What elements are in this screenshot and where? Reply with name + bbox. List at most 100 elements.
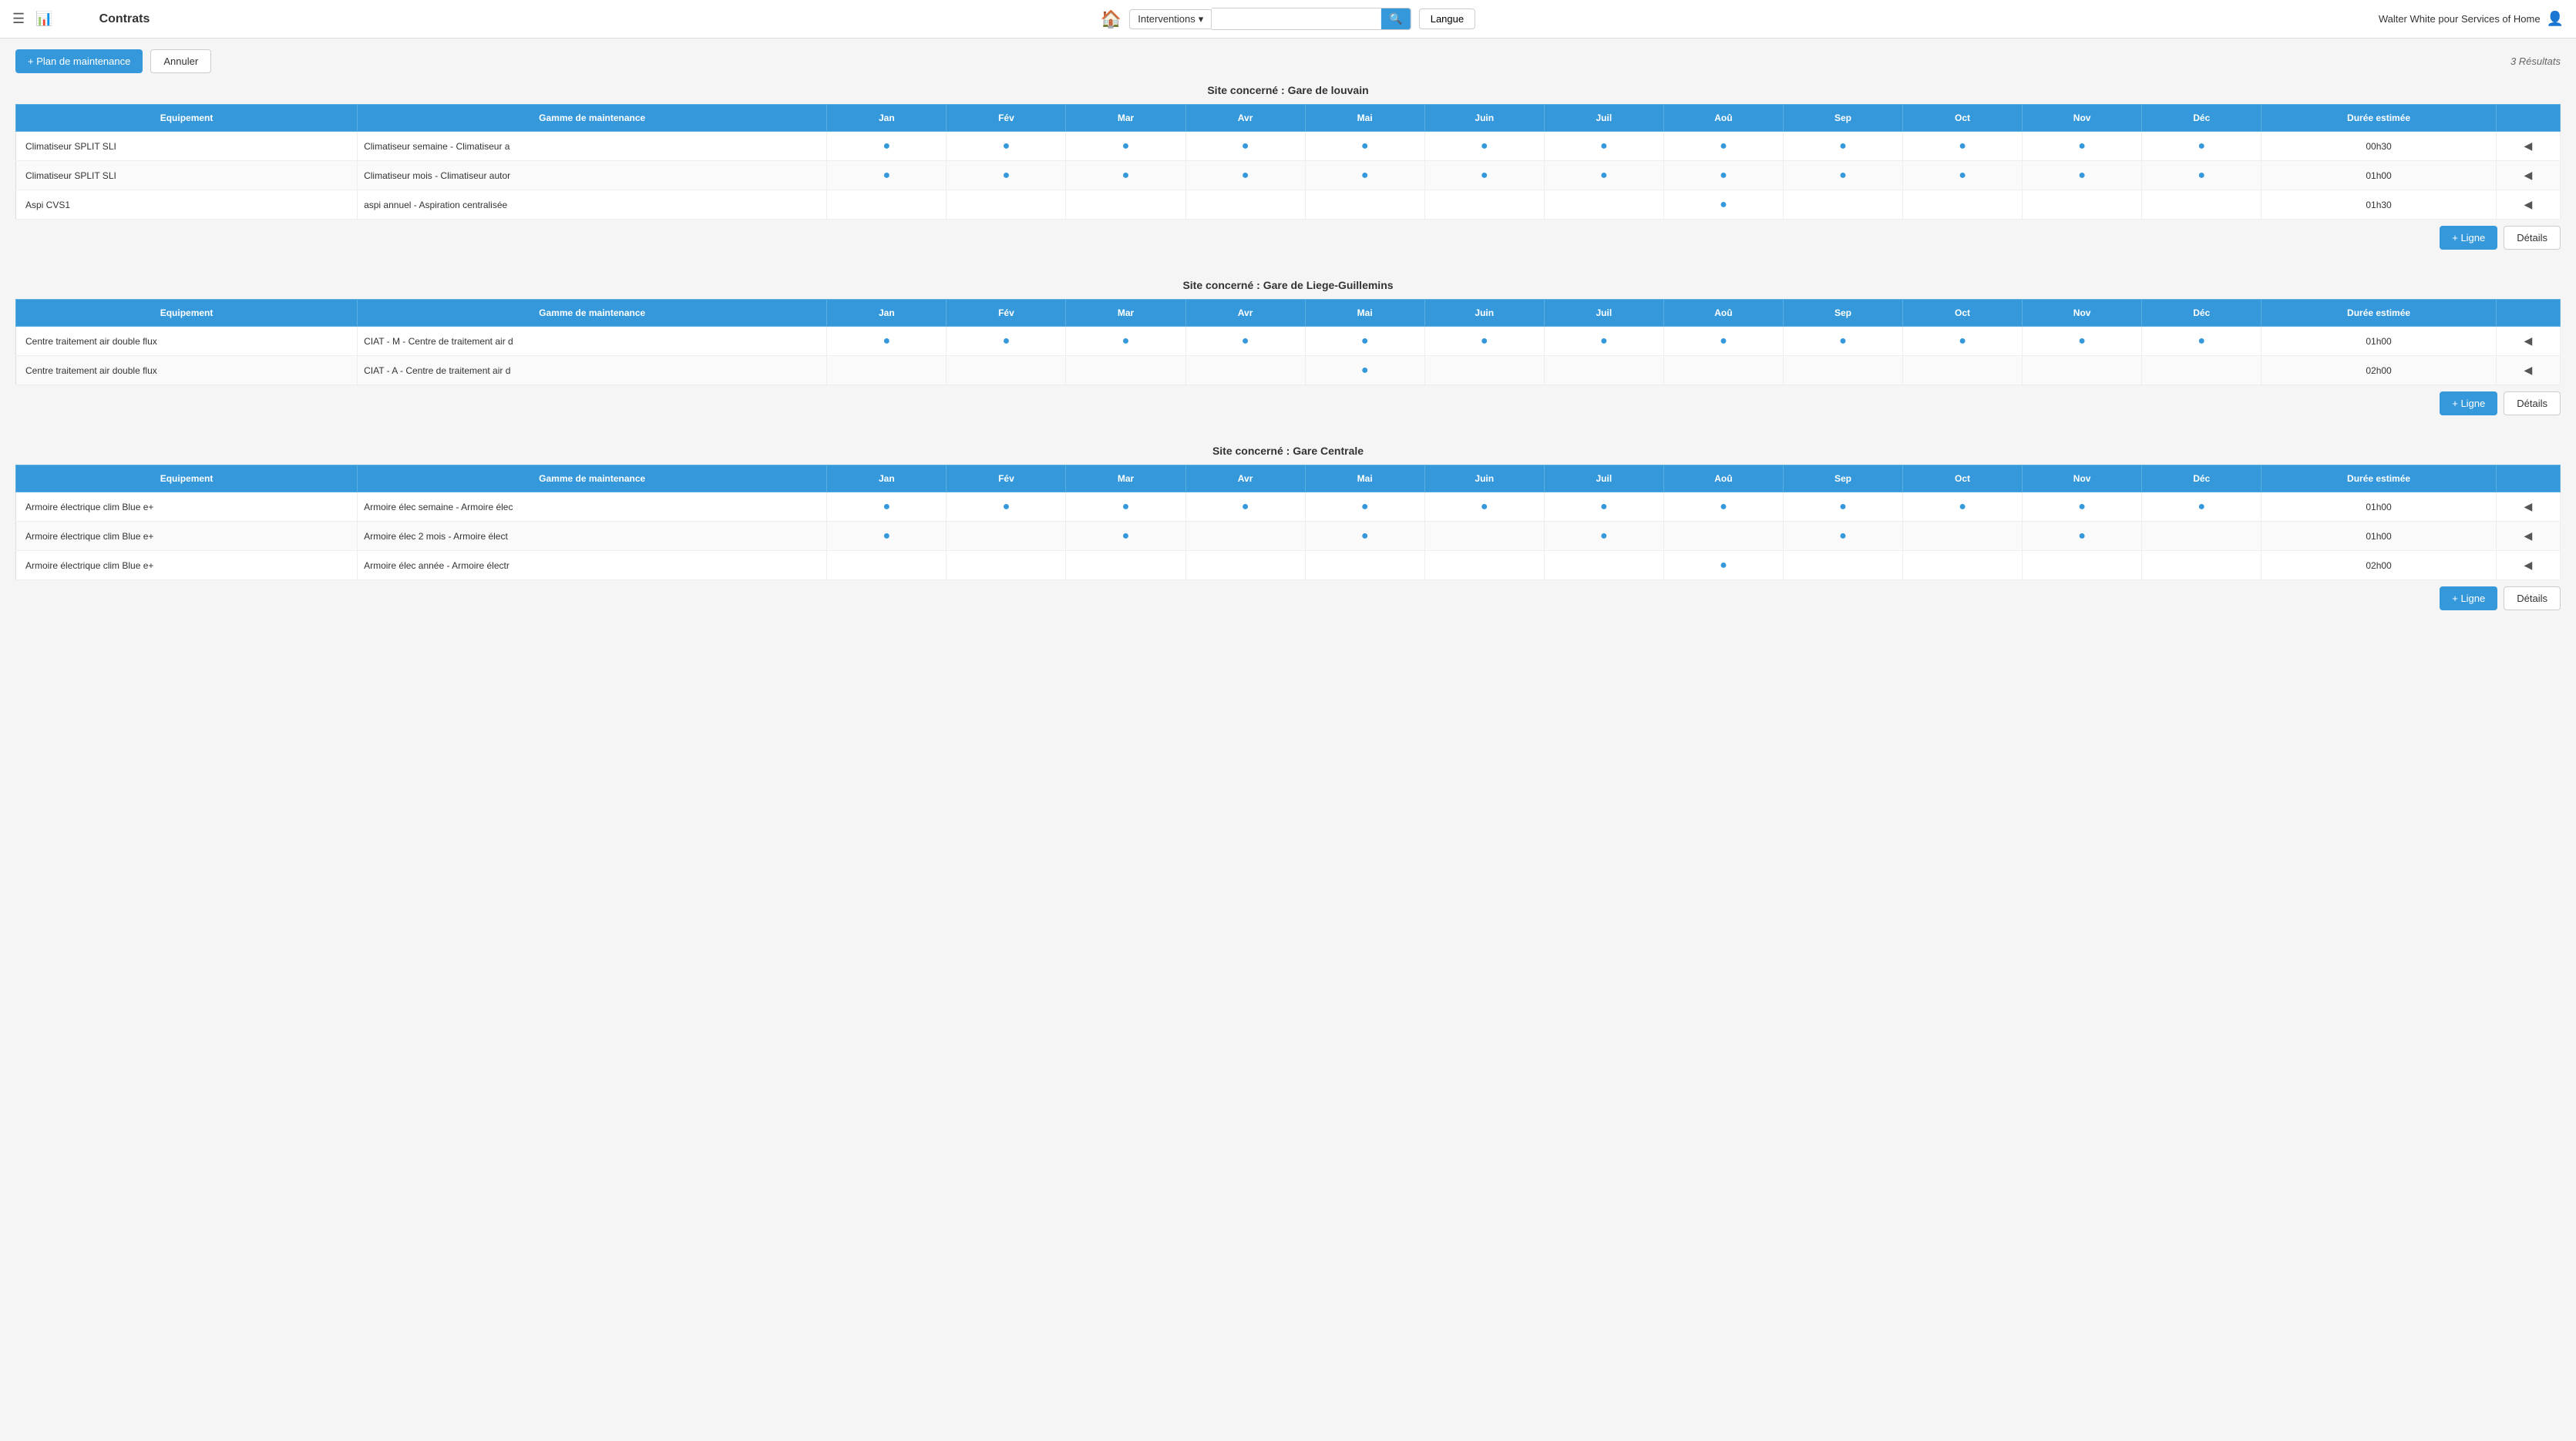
month-dot: ● [1720, 139, 1727, 153]
action-cell: ◀ [2496, 356, 2560, 385]
chart-icon[interactable]: 📊 [35, 11, 52, 27]
month-cell-10: ● [2023, 132, 2142, 161]
month-cell-4: ● [1305, 356, 1424, 385]
header-12: Nov [2023, 465, 2142, 492]
search-input[interactable] [1212, 9, 1381, 29]
month-dot: ● [2198, 169, 2205, 182]
main-content: Site concerné : Gare de louvainEquipemen… [0, 84, 2576, 663]
month-dot: ● [1242, 500, 1249, 513]
hamburger-icon[interactable]: ☰ [12, 11, 25, 27]
month-dot: ● [1361, 139, 1369, 153]
month-cell-5 [1424, 190, 1544, 220]
month-cell-4: ● [1305, 161, 1424, 190]
month-cell-5: ● [1424, 132, 1544, 161]
month-dot: ● [1003, 169, 1011, 182]
equip-cell: Armoire électrique clim Blue e+ [16, 551, 358, 580]
month-dot: ● [1242, 334, 1249, 348]
month-dot: ● [1959, 334, 1966, 348]
search-button[interactable]: 🔍 [1381, 8, 1410, 29]
month-cell-1 [947, 551, 1066, 580]
gamme-cell: Climatiseur semaine - Climatiseur a [358, 132, 827, 161]
month-cell-9: ● [1903, 161, 2023, 190]
plan-table-1: EquipementGamme de maintenanceJanFévMarA… [15, 299, 2561, 385]
toolbar: + Plan de maintenance Annuler 3 Résultat… [0, 39, 2576, 84]
month-cell-7: ● [1663, 161, 1783, 190]
action-cell: ◀ [2496, 492, 2560, 522]
row-chevron-button[interactable]: ◀ [2524, 529, 2533, 542]
header-4: Mar [1066, 105, 1185, 132]
month-cell-5 [1424, 356, 1544, 385]
annuler-button[interactable]: Annuler [150, 49, 211, 73]
row-chevron-button[interactable]: ◀ [2524, 139, 2533, 153]
month-cell-11 [2142, 356, 2262, 385]
plan-table-2: EquipementGamme de maintenanceJanFévMarA… [15, 465, 2561, 580]
month-cell-4: ● [1305, 327, 1424, 356]
month-cell-5 [1424, 522, 1544, 551]
plan-maintenance-button[interactable]: + Plan de maintenance [15, 49, 143, 73]
month-dot: ● [1839, 139, 1847, 153]
month-cell-0: ● [827, 522, 947, 551]
month-cell-4: ● [1305, 132, 1424, 161]
month-dot: ● [1720, 500, 1727, 513]
table-row: Armoire électrique clim Blue e+Armoire é… [16, 551, 2561, 580]
details-button[interactable]: Détails [2504, 586, 2561, 610]
month-dot: ● [1839, 529, 1847, 542]
month-cell-11: ● [2142, 161, 2262, 190]
duree-cell: 02h00 [2262, 551, 2497, 580]
table-row: Climatiseur SPLIT SLIClimatiseur mois - … [16, 161, 2561, 190]
month-dot: ● [1122, 169, 1130, 182]
month-cell-0 [827, 356, 947, 385]
month-cell-7 [1663, 356, 1783, 385]
add-ligne-button[interactable]: + Ligne [2440, 226, 2497, 250]
action-cell: ◀ [2496, 161, 2560, 190]
month-cell-9: ● [1903, 327, 2023, 356]
month-cell-3 [1185, 356, 1305, 385]
header-11: Oct [1903, 300, 2023, 327]
month-dot: ● [1959, 169, 1966, 182]
row-chevron-button[interactable]: ◀ [2524, 198, 2533, 211]
month-cell-11 [2142, 551, 2262, 580]
month-cell-3 [1185, 522, 1305, 551]
month-dot: ● [1003, 334, 1011, 348]
month-dot: ● [1481, 500, 1488, 513]
section-title-2: Site concerné : Gare Centrale [15, 445, 2561, 457]
month-dot: ● [2078, 169, 2086, 182]
header-3: Fév [947, 465, 1066, 492]
month-cell-7: ● [1663, 132, 1783, 161]
duree-cell: 01h00 [2262, 522, 2497, 551]
navbar-left: ☰ 📊 [12, 11, 53, 27]
table-footer: + Ligne Détails [15, 580, 2561, 616]
month-cell-6: ● [1544, 522, 1663, 551]
header-11: Oct [1903, 465, 2023, 492]
equip-cell: Climatiseur SPLIT SLI [16, 161, 358, 190]
add-ligne-button[interactable]: + Ligne [2440, 391, 2497, 415]
row-chevron-button[interactable]: ◀ [2524, 169, 2533, 182]
gamme-cell: Climatiseur mois - Climatiseur autor [358, 161, 827, 190]
navbar-right: Walter White pour Services of Home 👤 [2379, 11, 2564, 27]
month-dot: ● [1003, 500, 1011, 513]
header-13: Déc [2142, 300, 2262, 327]
month-dot: ● [1839, 334, 1847, 348]
month-cell-8 [1783, 551, 1902, 580]
langue-button[interactable]: Langue [1419, 8, 1475, 29]
header-9: Aoû [1663, 300, 1783, 327]
user-icon: 👤 [2547, 11, 2564, 27]
month-cell-9 [1903, 551, 2023, 580]
month-cell-7: ● [1663, 551, 1783, 580]
header-9: Aoû [1663, 105, 1783, 132]
section-0: Site concerné : Gare de louvainEquipemen… [15, 84, 2561, 256]
row-chevron-button[interactable]: ◀ [2524, 559, 2533, 572]
month-cell-6: ● [1544, 492, 1663, 522]
details-button[interactable]: Détails [2504, 391, 2561, 415]
header-7: Juin [1424, 105, 1544, 132]
row-chevron-button[interactable]: ◀ [2524, 500, 2533, 513]
month-cell-1: ● [947, 132, 1066, 161]
month-cell-9 [1903, 190, 2023, 220]
gamme-cell: Armoire élec semaine - Armoire élec [358, 492, 827, 522]
interventions-dropdown[interactable]: Interventions ▾ [1129, 9, 1212, 29]
add-ligne-button[interactable]: + Ligne [2440, 586, 2497, 610]
month-cell-6 [1544, 356, 1663, 385]
details-button[interactable]: Détails [2504, 226, 2561, 250]
row-chevron-button[interactable]: ◀ [2524, 364, 2533, 377]
row-chevron-button[interactable]: ◀ [2524, 334, 2533, 348]
